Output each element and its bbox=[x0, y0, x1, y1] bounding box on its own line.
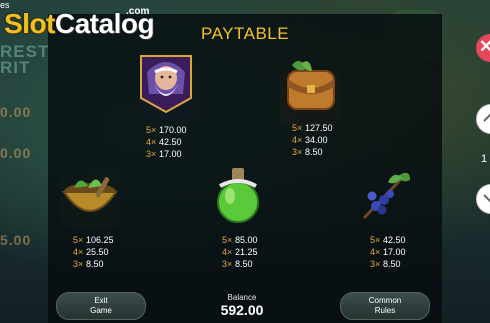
chevron-up-icon bbox=[483, 113, 490, 122]
green-potion-icon bbox=[210, 166, 268, 224]
common-rules-button[interactable]: Common Rules bbox=[340, 292, 430, 320]
herb-bowl-icon bbox=[60, 170, 118, 228]
wizard-payouts: 5× 170.00 4× 42.50 3× 17.00 bbox=[146, 125, 187, 159]
common-rules-label-line2: Rules bbox=[374, 306, 396, 315]
exit-game-label-line1: Exit bbox=[94, 296, 108, 305]
berries-payouts: 5× 42.50 4× 17.00 3× 8.50 bbox=[370, 235, 406, 269]
background-value-text: 0.00 bbox=[0, 145, 32, 161]
background-value-text: 0.00 bbox=[0, 104, 32, 120]
leather-satchel-icon bbox=[282, 57, 340, 115]
balance-value: 592.00 bbox=[220, 302, 264, 318]
background-value-text: 5.00 bbox=[0, 232, 32, 248]
exit-game-button[interactable]: Exit Game bbox=[56, 292, 146, 320]
potion-payouts: 5× 85.00 4× 21.25 3× 8.50 bbox=[222, 235, 258, 269]
exit-game-label-line2: Game bbox=[90, 306, 112, 315]
logo-tld-text: .com bbox=[126, 6, 150, 17]
common-rules-label-line1: Common bbox=[368, 296, 402, 305]
close-icon: ✕ bbox=[479, 37, 490, 56]
slotcatalog-logo: Slot Catalog .com bbox=[4, 6, 155, 40]
background-title-text: RIT bbox=[0, 58, 31, 77]
herb-bowl-payouts: 5× 106.25 4× 25.50 3× 8.50 bbox=[73, 235, 114, 269]
page-indicator: 1 bbox=[481, 153, 488, 165]
wizard-icon bbox=[137, 54, 195, 114]
balance-label: Balance bbox=[227, 293, 257, 302]
chevron-down-icon bbox=[483, 194, 490, 203]
satchel-payouts: 5× 127.50 4× 34.00 3× 8.50 bbox=[292, 123, 333, 157]
logo-slot-text: Slot bbox=[4, 8, 55, 39]
paytable-title: PAYTABLE bbox=[201, 24, 290, 43]
blueberry-branch-icon bbox=[358, 166, 416, 224]
